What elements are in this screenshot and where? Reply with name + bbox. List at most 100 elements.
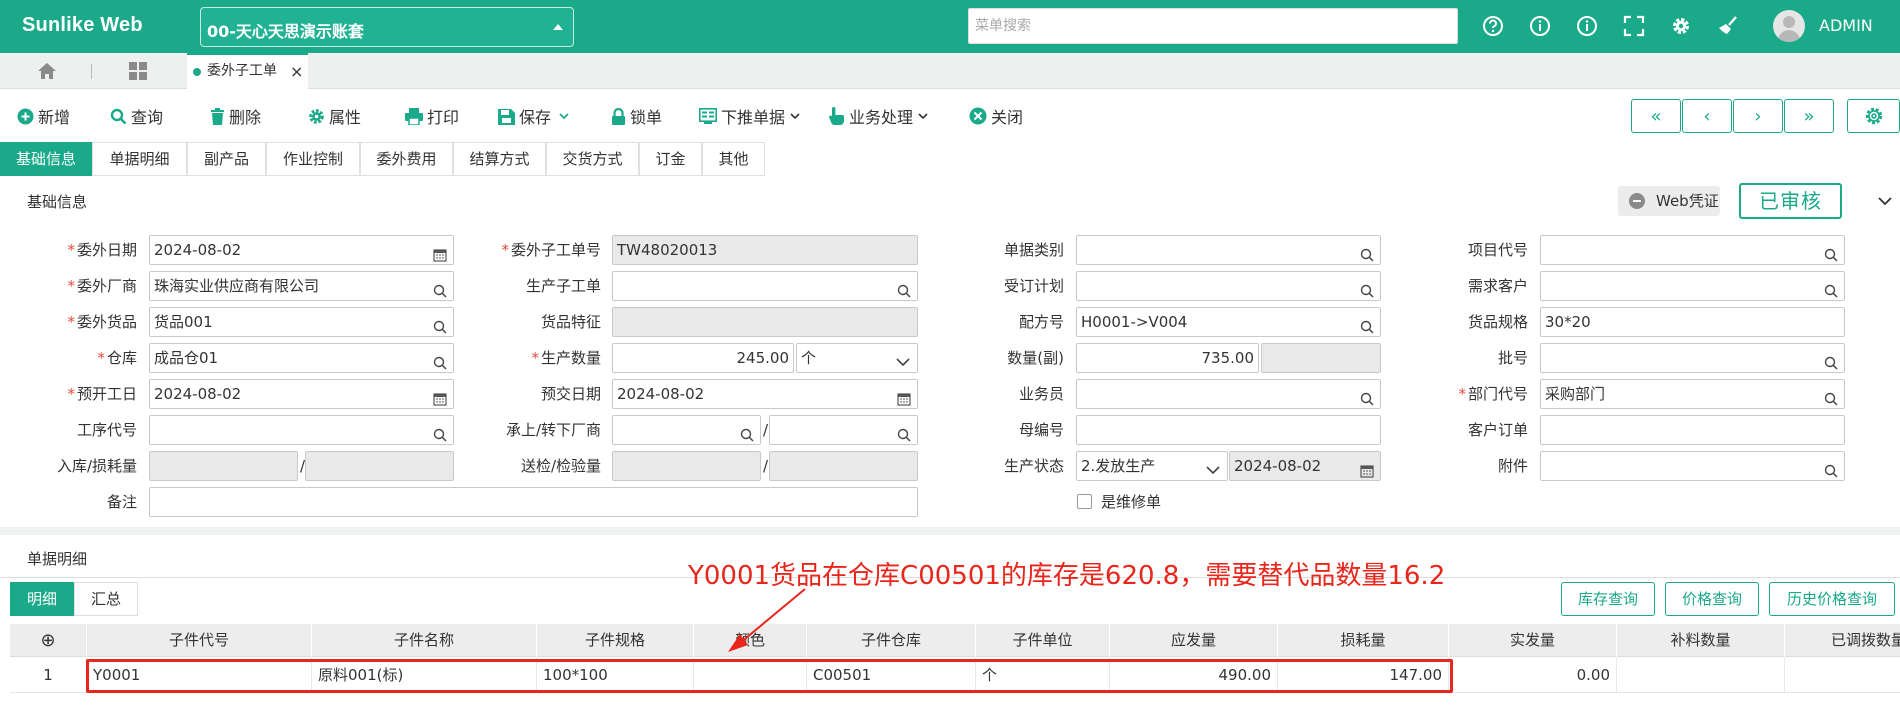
batch-field[interactable]	[1540, 343, 1845, 373]
col-header[interactable]: 补料数量	[1617, 624, 1785, 657]
tab-doc-detail[interactable]: 单据明细	[92, 142, 187, 176]
document-push-icon	[699, 107, 717, 124]
qty-sub-field[interactable]: 735.00	[1076, 343, 1259, 373]
stock-query-button[interactable]: 库存查询	[1561, 582, 1655, 616]
tab-deposit[interactable]: 订金	[639, 142, 702, 176]
parent-no-field[interactable]	[1076, 415, 1381, 445]
search-icon	[1824, 459, 1838, 480]
chevron-down-icon[interactable]	[1877, 194, 1893, 212]
dept-field[interactable]: 采购部门	[1540, 379, 1845, 409]
app-logo: Sunlike Web	[22, 14, 143, 36]
properties-button[interactable]: 属性	[308, 105, 361, 127]
clean-brush-icon[interactable]	[1716, 14, 1740, 38]
tab-entrust-order[interactable]: 委外子工单 ×	[187, 53, 308, 89]
cell-actual-qty[interactable]: 0.00	[1449, 657, 1617, 693]
last-record-button[interactable]: »	[1784, 99, 1834, 133]
add-button[interactable]: 新增	[17, 105, 70, 127]
demand-customer-field[interactable]	[1540, 271, 1845, 301]
vendor-field[interactable]: 珠海实业供应商有限公司	[149, 271, 454, 301]
col-header[interactable]: 实发量	[1449, 624, 1617, 657]
push-down-button[interactable]: 下推单据	[699, 105, 809, 127]
tab-work-control[interactable]: 作业控制	[266, 142, 360, 176]
salesman-field[interactable]	[1076, 379, 1381, 409]
prod-qty-unit-select[interactable]: 个	[796, 343, 918, 373]
warehouse-label: * 仓库	[97, 349, 137, 367]
process-code-field[interactable]	[149, 415, 454, 445]
print-button[interactable]: 打印	[405, 105, 459, 127]
col-header[interactable]: 子件单位	[976, 624, 1110, 657]
cell-supp-qty[interactable]	[1617, 657, 1785, 693]
project-code-label: 项目代号	[1467, 241, 1528, 259]
col-header[interactable]: 已调拨数量	[1785, 624, 1900, 657]
first-record-button[interactable]: «	[1631, 99, 1681, 133]
col-header[interactable]: 应发量	[1110, 624, 1278, 657]
entrust-date-field[interactable]: 2024-08-02	[149, 235, 454, 265]
goods-field[interactable]: 货品001	[149, 307, 454, 337]
business-process-button[interactable]: 业务处理	[829, 105, 937, 127]
home-icon[interactable]	[37, 62, 57, 84]
goods-spec-label: 货品规格	[1467, 313, 1528, 331]
fullscreen-icon[interactable]	[1622, 14, 1646, 38]
info-icon[interactable]	[1528, 14, 1552, 38]
tab-other[interactable]: 其他	[702, 142, 765, 176]
tab-basic-info[interactable]: 基础信息	[0, 142, 92, 176]
delete-button[interactable]: 删除	[210, 105, 261, 127]
prod-qty-field[interactable]: 245.00	[612, 343, 794, 373]
col-header[interactable]: 损耗量	[1278, 624, 1449, 657]
account-selector[interactable]: 00-天心天思演示账套	[200, 7, 574, 47]
settings-gear-icon[interactable]	[1669, 14, 1693, 38]
close-tab-icon[interactable]: ×	[290, 55, 303, 88]
plan-delivery-field[interactable]: 2024-08-02	[612, 379, 918, 409]
tab-by-product[interactable]: 副产品	[187, 142, 266, 176]
search-icon	[110, 108, 127, 124]
save-button[interactable]: 保存	[498, 105, 577, 127]
apps-grid-icon[interactable]	[129, 62, 147, 84]
lock-button[interactable]: 锁单	[611, 105, 662, 127]
add-row-icon[interactable]: ⊕	[10, 624, 87, 657]
history-price-query-button[interactable]: 历史价格查询	[1769, 582, 1895, 616]
is-repair-label: 是维修单	[1101, 493, 1162, 511]
add-label: 新增	[38, 108, 71, 127]
user-name[interactable]: ADMIN	[1819, 16, 1873, 35]
prod-order-field[interactable]	[612, 271, 918, 301]
price-query-button[interactable]: 价格查询	[1665, 582, 1759, 616]
tab-settlement[interactable]: 结算方式	[453, 142, 546, 176]
help-icon[interactable]	[1481, 14, 1505, 38]
formula-field[interactable]: H0001->V004	[1076, 307, 1381, 337]
about-icon[interactable]	[1575, 14, 1599, 38]
col-header[interactable]: 子件规格	[537, 624, 694, 657]
toolbar-settings-button[interactable]	[1847, 99, 1900, 133]
next-record-button[interactable]: ›	[1733, 99, 1783, 133]
section-title: 单据明细	[27, 550, 88, 568]
query-button[interactable]: 查询	[110, 105, 163, 127]
is-repair-checkbox[interactable]	[1077, 494, 1092, 509]
user-avatar[interactable]	[1773, 10, 1805, 42]
downstream-vendor-field[interactable]	[769, 415, 918, 445]
warehouse-field[interactable]: 成品仓01	[149, 343, 454, 373]
close-button[interactable]: 关闭	[969, 105, 1023, 127]
remark-field[interactable]	[149, 487, 918, 517]
account-name: 00-天心天思演示账套	[207, 22, 364, 41]
tab-delivery[interactable]: 交货方式	[546, 142, 639, 176]
tab-entrust-fee[interactable]: 委外费用	[360, 142, 453, 176]
goods-spec-field[interactable]: 30*20	[1540, 307, 1845, 337]
upstream-vendor-field[interactable]	[612, 415, 761, 445]
prev-record-button[interactable]: ‹	[1682, 99, 1732, 133]
customer-order-field[interactable]	[1540, 415, 1845, 445]
col-header[interactable]: 子件代号	[87, 624, 312, 657]
web-voucher-button[interactable]: Web凭证	[1618, 186, 1720, 216]
plan-start-field[interactable]: 2024-08-02	[149, 379, 454, 409]
prod-status-select[interactable]: 2.发放生产	[1076, 451, 1228, 481]
col-header[interactable]: 颜色	[694, 624, 807, 657]
cell-transfer-qty[interactable]	[1785, 657, 1900, 693]
doc-type-field[interactable]	[1076, 235, 1381, 265]
col-header[interactable]: 子件仓库	[807, 624, 976, 657]
project-code-field[interactable]	[1540, 235, 1845, 265]
tab-summary[interactable]: 汇总	[74, 582, 138, 616]
menu-search-input[interactable]: 菜单搜索	[968, 8, 1458, 44]
attachment-field[interactable]	[1540, 451, 1845, 481]
order-plan-field[interactable]	[1076, 271, 1381, 301]
tab-detail[interactable]: 明细	[10, 582, 74, 616]
col-header[interactable]: 子件名称	[312, 624, 537, 657]
formula-label: 配方号	[1018, 313, 1064, 331]
